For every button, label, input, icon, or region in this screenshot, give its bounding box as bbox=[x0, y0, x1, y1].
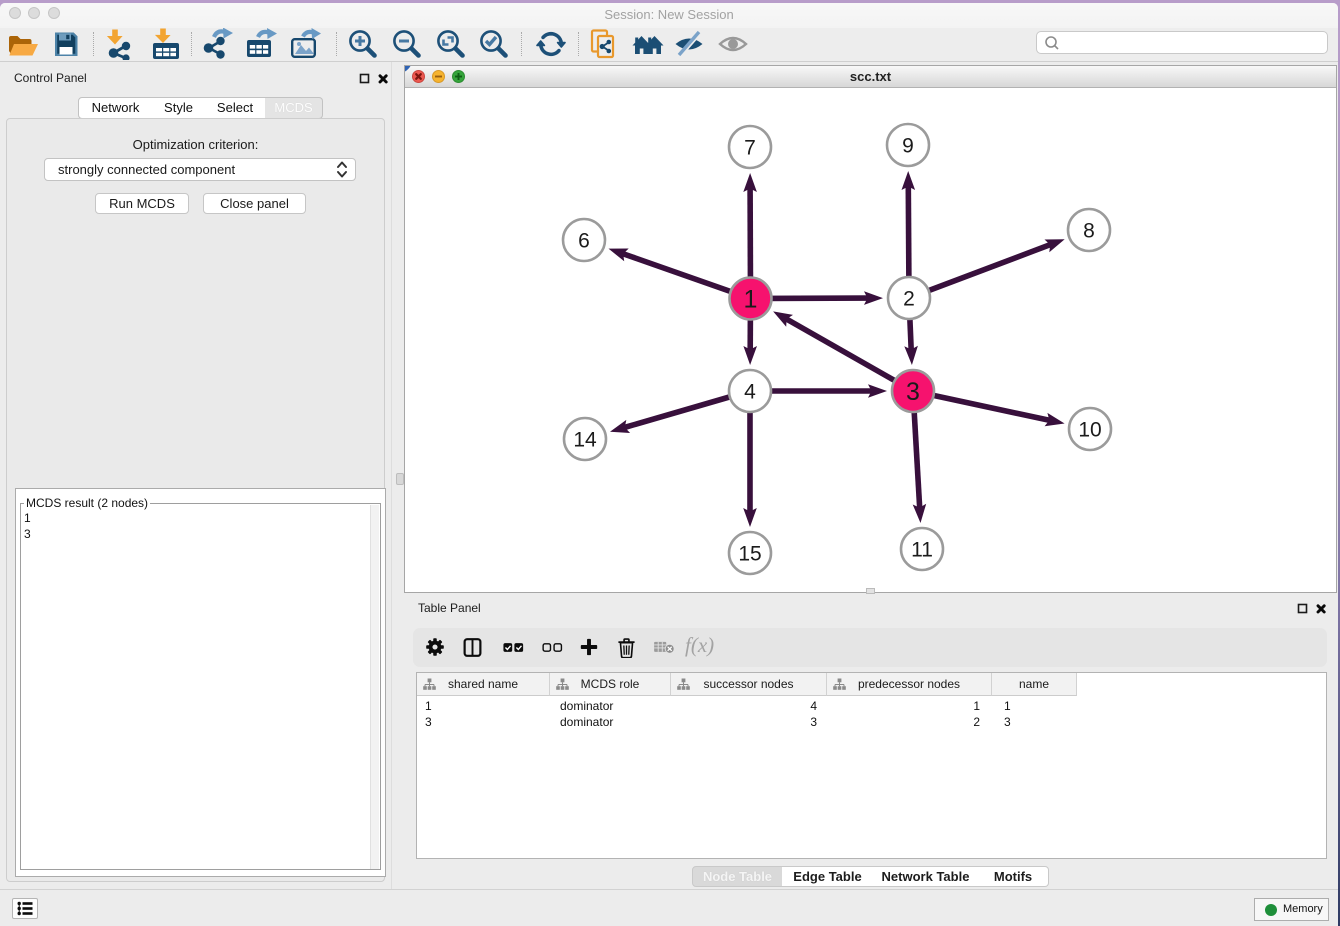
svg-text:4: 4 bbox=[744, 381, 756, 404]
svg-text:15: 15 bbox=[738, 543, 761, 566]
svg-text:7: 7 bbox=[744, 137, 756, 160]
svg-text:10: 10 bbox=[1078, 419, 1101, 442]
svg-text:14: 14 bbox=[573, 429, 597, 452]
svg-text:1: 1 bbox=[744, 286, 758, 314]
svg-text:2: 2 bbox=[903, 288, 915, 311]
svg-text:11: 11 bbox=[911, 539, 933, 562]
svg-text:9: 9 bbox=[902, 135, 914, 158]
svg-text:6: 6 bbox=[578, 230, 590, 253]
svg-text:3: 3 bbox=[906, 378, 920, 406]
svg-text:8: 8 bbox=[1083, 220, 1095, 243]
